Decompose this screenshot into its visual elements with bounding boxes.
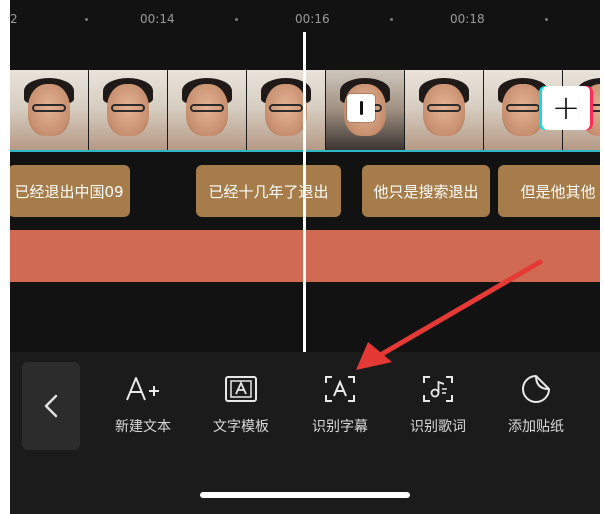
- red-arrow-annotation: [356, 259, 543, 370]
